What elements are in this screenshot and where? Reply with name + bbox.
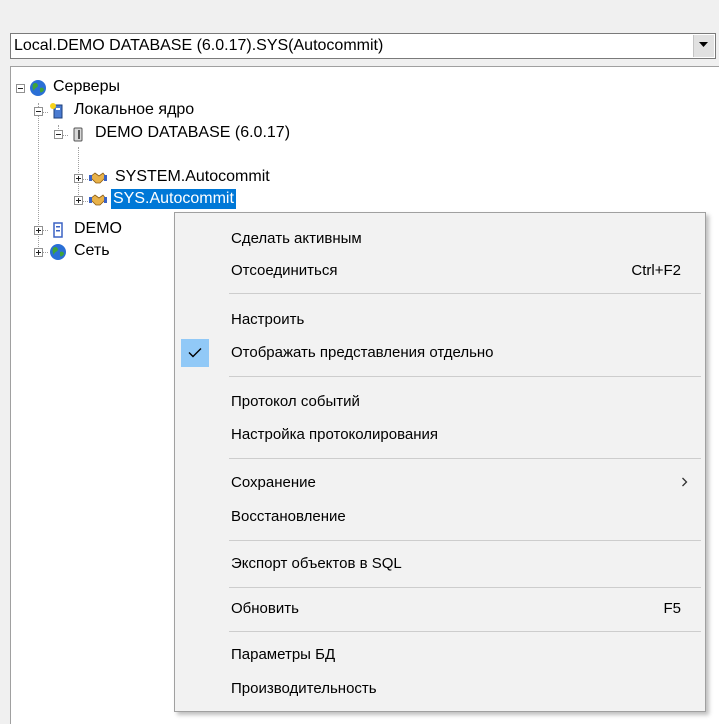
tree-node-label: SYSTEM.Autocommit [115, 168, 270, 185]
tree-node-local-core[interactable]: Локальное ядро [11, 100, 211, 122]
connection-dropdown-button[interactable] [693, 35, 714, 57]
connection-selector-value: Local.DEMO DATABASE (6.0.17).SYS(Autocom… [14, 37, 384, 54]
menu-item-performance[interactable]: Производительность [177, 673, 703, 705]
menu-item-label: Экспорт объектов в SQL [231, 555, 402, 572]
menu-item-refresh[interactable]: Обновить F5 [177, 593, 703, 625]
tree-node-label: DEMO [74, 220, 122, 237]
server-icon [53, 222, 63, 238]
chevron-down-icon [699, 42, 708, 47]
check-icon [188, 348, 202, 358]
expand-toggle[interactable] [74, 196, 83, 205]
handshake-user-icon [89, 172, 107, 184]
tree-node-label: Сеть [74, 242, 110, 259]
menu-item-shortcut: F5 [663, 600, 681, 617]
tree-node-label: DEMO DATABASE (6.0.17) [95, 124, 291, 141]
handshake-user-icon [89, 194, 107, 206]
check-indicator [181, 339, 209, 367]
menu-separator [229, 540, 701, 541]
menu-item-label: Отсоединиться [231, 262, 338, 279]
menu-item-label: Отображать представления отдельно [231, 344, 494, 361]
collapse-toggle[interactable] [34, 107, 43, 116]
menu-separator [229, 587, 701, 588]
menu-separator [229, 376, 701, 377]
context-menu: Сделать активным Отсоединиться Ctrl+F2 Н… [174, 212, 706, 712]
expand-toggle[interactable] [34, 226, 43, 235]
collapse-toggle[interactable] [16, 84, 25, 93]
globe-icon [50, 244, 66, 260]
menu-item-make-active[interactable]: Сделать активным [177, 223, 703, 255]
menu-separator [229, 631, 701, 632]
tree-node-system-autocommit[interactable]: SYSTEM.Autocommit [11, 167, 311, 189]
menu-item-shortcut: Ctrl+F2 [631, 262, 681, 279]
menu-item-export-sql[interactable]: Экспорт объектов в SQL [177, 548, 703, 580]
menu-item-label: Производительность [231, 680, 377, 697]
tree-node-label: Серверы [53, 78, 120, 95]
menu-item-label: Сделать активным [231, 230, 362, 247]
menu-item-show-views-separately[interactable]: Отображать представления отдельно [177, 337, 703, 369]
menu-item-logging-settings[interactable]: Настройка протоколирования [177, 419, 703, 451]
menu-item-db-parameters[interactable]: Параметры БД [177, 639, 703, 671]
connection-selector[interactable]: Local.DEMO DATABASE (6.0.17).SYS(Autocom… [10, 33, 716, 59]
menu-item-restore[interactable]: Восстановление [177, 501, 703, 533]
menu-item-save[interactable]: Сохранение [177, 467, 703, 499]
expand-toggle[interactable] [74, 174, 83, 183]
menu-item-label: Протокол событий [231, 393, 360, 410]
menu-item-disconnect[interactable]: Отсоединиться Ctrl+F2 [177, 255, 703, 287]
menu-item-label: Обновить [231, 600, 299, 617]
tree-node-label: Локальное ядро [74, 101, 195, 118]
menu-item-label: Параметры БД [231, 646, 336, 663]
menu-item-label: Восстановление [231, 508, 346, 525]
tree-node-label-selected: SYS.Autocommit [111, 189, 236, 209]
chevron-right-icon [682, 477, 688, 487]
expand-toggle[interactable] [34, 248, 43, 257]
tree-node-demo-database[interactable]: DEMO DATABASE (6.0.17) [11, 123, 331, 145]
menu-item-configure[interactable]: Настроить [177, 304, 703, 336]
menu-item-label: Настроить [231, 311, 305, 328]
menu-item-label: Настройка протоколирования [231, 426, 439, 443]
menu-item-label: Сохранение [231, 474, 316, 491]
tree-node-sys-autocommit[interactable]: SYS.Autocommit [11, 189, 311, 211]
menu-separator [229, 293, 701, 294]
database-icon [73, 127, 83, 142]
globe-icon [30, 80, 46, 96]
tree-node-servers[interactable]: Серверы [11, 77, 211, 99]
menu-item-event-log[interactable]: Протокол событий [177, 386, 703, 418]
local-core-icon [50, 103, 63, 119]
menu-separator [229, 458, 701, 459]
collapse-toggle[interactable] [54, 130, 63, 139]
